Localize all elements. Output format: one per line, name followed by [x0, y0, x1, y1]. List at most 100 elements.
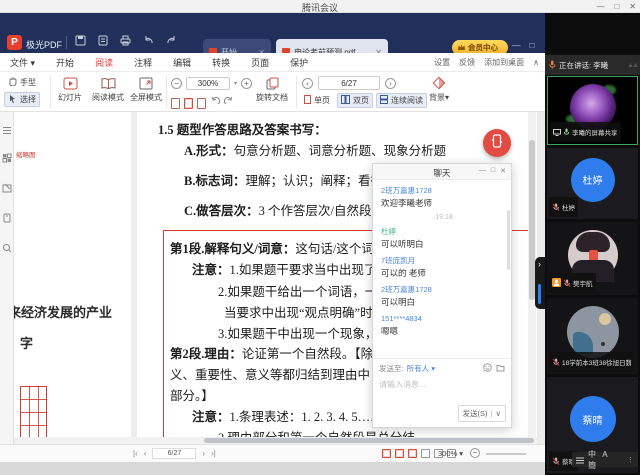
- status-zoom-slider[interactable]: [486, 453, 526, 455]
- prev-page-icon[interactable]: ‹: [144, 449, 147, 458]
- slideshow-button[interactable]: 幻灯片: [53, 74, 87, 103]
- chat-input[interactable]: [379, 380, 505, 389]
- next-page-icon[interactable]: ›: [385, 78, 396, 89]
- fit-width-icon[interactable]: [171, 98, 180, 109]
- attachment-panel-icon[interactable]: [2, 210, 12, 228]
- previous-page-icon[interactable]: ‹: [302, 78, 313, 89]
- chat-sender-name: 151****4834: [381, 313, 507, 325]
- fullscreen-button[interactable]: 全屏模式: [128, 74, 164, 103]
- actual-size-icon[interactable]: [197, 98, 206, 109]
- chat-message-list[interactable]: 2班万嘉惠1728 欢迎李曦老师 19:18 杜婷 可以听明白 7班庞凯月 可以…: [373, 180, 511, 358]
- participant-name: 杜婷: [562, 202, 575, 212]
- left-page-text: 字: [20, 333, 33, 352]
- chat-message-text: 可以的 老师: [381, 267, 507, 279]
- menu-convert[interactable]: 转换: [210, 54, 232, 71]
- feedback-link[interactable]: 反馈: [459, 57, 475, 68]
- pdf-menubar: 文件 ▾ 开始 阅读 注释 编辑 转换 页面 保护 设置 反馈 添加到桌面 ∧: [0, 53, 545, 72]
- menu-page[interactable]: 页面: [249, 54, 271, 71]
- tile-label: 杜婷: [549, 197, 578, 217]
- undo-icon[interactable]: [143, 36, 154, 46]
- avatar: [568, 230, 618, 280]
- meeting-close-button[interactable]: ✕: [629, 2, 636, 11]
- menu-read[interactable]: 阅读: [93, 54, 115, 71]
- zoom-level-box[interactable]: 300%: [186, 77, 230, 90]
- continuous-read-icon: [380, 95, 388, 106]
- doc-line: C.做答层次：3 个作答层次/自然段: [184, 200, 372, 219]
- meeting-minimize-button[interactable]: —: [596, 2, 604, 11]
- save-icon[interactable]: [75, 35, 86, 46]
- zoom-caret-icon[interactable]: ▾: [234, 80, 237, 87]
- chat-scrollbar[interactable]: [507, 210, 510, 270]
- status-zoom-out-icon[interactable]: −: [470, 448, 480, 458]
- participant-tile-screenshare[interactable]: 李曦的屏幕共享: [547, 76, 638, 145]
- meeting-maximize-button[interactable]: □: [614, 2, 619, 11]
- pdf-maximize-button[interactable]: □: [530, 40, 535, 51]
- hand-tool-button[interactable]: 手型: [4, 75, 40, 90]
- send-to-selector[interactable]: 所有人 ▾: [407, 363, 435, 374]
- thumbnail-panel-icon[interactable]: [2, 150, 12, 168]
- send-button[interactable]: 发送(S) | ∨: [458, 405, 506, 422]
- continuous-read-button[interactable]: 连续阅读: [376, 93, 427, 108]
- annotation-panel-icon[interactable]: [2, 180, 12, 198]
- status-single-page-icon[interactable]: [382, 449, 391, 458]
- pdf-minimize-button[interactable]: —: [512, 40, 521, 51]
- single-page-icon: [304, 95, 311, 106]
- chat-minimize-icon[interactable]: —: [479, 167, 486, 175]
- answer-grid-graphic: [20, 386, 47, 438]
- last-page-icon[interactable]: ›|: [211, 449, 216, 458]
- menu-annotate[interactable]: 注释: [132, 54, 154, 71]
- ime-more-icon[interactable]: ⋮: [627, 456, 634, 464]
- participant-tile[interactable]: 樊宇航: [547, 222, 638, 295]
- participant-tile[interactable]: 18学前本3班38徐旭日魏林: [547, 298, 638, 374]
- send-to-phone-button[interactable]: [483, 129, 511, 157]
- double-page-button[interactable]: 双页: [337, 93, 373, 108]
- page-indicator-input[interactable]: [318, 76, 380, 90]
- book-icon: [90, 74, 126, 92]
- document-icon[interactable]: [98, 35, 108, 46]
- fit-page-icon[interactable]: [184, 98, 193, 109]
- status-fit-page-icon[interactable]: [395, 449, 404, 458]
- background-button[interactable]: 背景▾: [424, 74, 454, 103]
- ime-mode-label[interactable]: 中 A 簡: [588, 449, 623, 471]
- rotate-right-icon[interactable]: [224, 94, 234, 112]
- chat-footer: 发送至: 所有人 ▾ 发送(S) | ∨: [373, 358, 511, 427]
- status-fit-width-icon[interactable]: [408, 449, 417, 458]
- chat-maximize-icon[interactable]: □: [491, 167, 495, 175]
- menu-file[interactable]: 文件 ▾: [8, 54, 37, 71]
- select-tool-button[interactable]: 选择: [4, 92, 40, 107]
- next-page-icon[interactable]: ›: [202, 449, 205, 458]
- rotate-document-button[interactable]: 旋转文档: [252, 74, 292, 103]
- menu-start[interactable]: 开始: [54, 54, 76, 71]
- outline-panel-icon[interactable]: [2, 122, 12, 140]
- file-icon[interactable]: [496, 363, 505, 374]
- chevron-right-icon: ›: [538, 259, 541, 269]
- search-panel-icon[interactable]: [2, 240, 12, 258]
- emoji-icon[interactable]: [483, 363, 492, 374]
- sidebar-collapse-handle[interactable]: ›: [535, 257, 545, 309]
- read-mode-button[interactable]: 阅读模式: [90, 74, 126, 103]
- participant-name: 李曦的屏幕共享: [572, 127, 618, 137]
- ime-language-bar[interactable]: 中 A 簡 ⋮: [572, 452, 638, 467]
- status-continuous-icon[interactable]: [421, 449, 430, 458]
- single-page-button[interactable]: 单页: [300, 93, 334, 108]
- zoom-out-icon[interactable]: −: [171, 78, 182, 89]
- status-zoom-level[interactable]: 300% ▾: [438, 449, 463, 458]
- print-icon[interactable]: [120, 35, 131, 46]
- horizontal-scroll-thumb[interactable]: [204, 438, 534, 443]
- participant-tile[interactable]: 杜婷 杜婷: [547, 148, 638, 219]
- settings-link[interactable]: 设置: [434, 57, 450, 68]
- ime-menu-icon[interactable]: [576, 451, 584, 469]
- add-to-desktop-link[interactable]: 添加到桌面: [484, 57, 524, 68]
- collapse-toolbar-icon[interactable]: ∧: [533, 58, 539, 67]
- zoom-in-icon[interactable]: +: [241, 78, 252, 89]
- rotate-left-icon[interactable]: [210, 94, 220, 112]
- pdf-horizontal-scrollbar[interactable]: [14, 437, 537, 444]
- status-page-indicator[interactable]: 6/27: [152, 448, 196, 459]
- chat-close-icon[interactable]: ✕: [500, 167, 506, 175]
- redo-icon[interactable]: [166, 36, 177, 46]
- menu-protect[interactable]: 保护: [288, 54, 310, 71]
- meeting-window-title: 腾讯会议: [0, 1, 640, 14]
- send-options-caret-icon[interactable]: ∨: [496, 409, 502, 418]
- first-page-icon[interactable]: |‹: [133, 449, 138, 458]
- menu-edit[interactable]: 编辑: [171, 54, 193, 71]
